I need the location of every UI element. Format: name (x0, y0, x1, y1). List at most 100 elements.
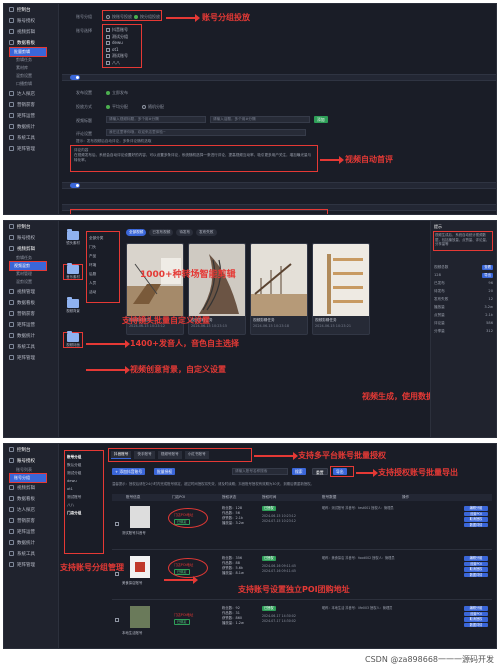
sidebar-item-video-edit[interactable]: 视频剪辑 (4, 26, 58, 37)
sidebar-item-dashboard[interactable]: 控制台 (4, 444, 58, 455)
group-item[interactable]: ot1 (67, 485, 101, 493)
radio-publish-now[interactable]: 立即发布 (106, 90, 128, 96)
tab-xiaohongshu[interactable]: 小红书账号 (184, 451, 209, 459)
sidebar-item-statistics[interactable]: 数据统计 (4, 537, 58, 548)
reset-button[interactable]: 重置 (312, 468, 328, 475)
topic-input[interactable]: 请输入话题，多个用#分隔 (210, 116, 310, 123)
tab-all[interactable]: 全部视频 (126, 229, 147, 236)
view-button[interactable]: 查看 (482, 264, 493, 270)
search-input[interactable]: 请输入账号名称搜索 (232, 468, 288, 475)
sidebar-item-account-auth[interactable]: 账号授权 (4, 455, 58, 466)
sidebar-item-data-board[interactable]: 数据看板 (4, 493, 58, 504)
edit-group-button[interactable]: 编辑分组 (464, 556, 488, 561)
sidebar-item-statistics[interactable]: 数据统计 (4, 330, 58, 341)
filter-item[interactable]: 门头 (89, 243, 103, 252)
filter-item[interactable]: 后厨 (89, 270, 103, 279)
sidebar-item-dashboard[interactable]: 控制台 (4, 4, 58, 15)
sidebar-item-operation[interactable]: 矩阵运营 (4, 110, 58, 121)
poi-address[interactable]: 门店POI地址 (174, 612, 193, 617)
folder-lens[interactable]: 镜头素材 (64, 229, 82, 245)
group-item[interactable]: dewu (67, 477, 101, 485)
tab-shipinhao[interactable]: 视频号账号 (157, 451, 182, 459)
video-card[interactable]: 视频剪辑任务 2024-06-15 10:23:21 (312, 243, 370, 335)
group-item[interactable]: 测试账号 (67, 493, 101, 501)
row-checkbox[interactable] (115, 618, 119, 622)
sidebar-item-tools[interactable]: 系统工具 (4, 132, 58, 143)
set-poi-button[interactable]: 设置POI (464, 611, 488, 616)
sidebar-item-dashboard[interactable]: 控制台 (4, 221, 58, 232)
data-detail-button[interactable]: 数据详情 (464, 572, 488, 577)
section-toggle[interactable] (70, 183, 80, 188)
video-card[interactable]: 视频剪辑任务 2024-06-15 10:23:18 (250, 243, 308, 335)
sidebar-item-marketing[interactable]: 营销获客 (4, 515, 58, 526)
data-detail-button[interactable]: 数据详情 (464, 622, 488, 627)
group-item[interactable]: 默认分组 (67, 461, 101, 469)
sidebar-item-operation[interactable]: 矩阵运营 (4, 319, 58, 330)
sidebar-sub-edit-task[interactable]: 剪辑任务 (4, 56, 58, 64)
sidebar-item-marketing[interactable]: 营销获客 (4, 99, 58, 110)
filter-item[interactable]: 环境 (89, 261, 103, 270)
group-item[interactable]: 测试分组 (67, 469, 101, 477)
batch-auth-button[interactable]: 批量授权 (154, 468, 176, 475)
sidebar-item-tools[interactable]: 系统工具 (4, 341, 58, 352)
tab-published[interactable]: 已发布视频 (149, 229, 174, 236)
sidebar-item-explore[interactable]: 达人探店 (4, 88, 58, 99)
filter-item[interactable]: 人员 (89, 279, 103, 288)
data-detail-button[interactable]: 数据详情 (464, 522, 488, 527)
section-toggle[interactable] (70, 75, 80, 80)
filter-item[interactable]: 活动 (89, 288, 103, 297)
sidebar-sub-account-list[interactable]: 账号列表 (4, 466, 58, 474)
sidebar-item-data-board[interactable]: 数据看板 (4, 37, 58, 48)
edit-group-button[interactable]: 编辑分组 (464, 606, 488, 611)
set-poi-button[interactable]: 设置POI (464, 511, 488, 516)
sidebar-item-marketing[interactable]: 营销获客 (4, 308, 58, 319)
folder-music[interactable]: 音乐素材 (63, 263, 83, 280)
sidebar-item-operation[interactable]: 矩阵运营 (4, 526, 58, 537)
sidebar-sub-voice-edit[interactable]: 口播剪辑 (4, 80, 58, 88)
sidebar-sub-mix-setting[interactable]: 混剪设置 (4, 72, 58, 80)
sidebar-sub-batch-edit[interactable]: 批量剪辑 (9, 47, 47, 57)
sidebar-item-video-edit[interactable]: 视频剪辑 (4, 482, 58, 493)
sidebar-sub-mix-setting[interactable]: 混剪设置 (4, 278, 58, 286)
sidebar-item-account-auth[interactable]: 账号授权 (4, 15, 58, 26)
filter-item[interactable]: 全部分类 (89, 234, 103, 243)
sidebar-item-matrix[interactable]: 矩阵管理 (4, 352, 58, 363)
cancel-auth-button[interactable]: 取消授权 (464, 617, 488, 622)
sidebar-sub-material[interactable]: 素材管理 (4, 270, 58, 278)
row-checkbox[interactable] (115, 522, 119, 526)
tab-kuaishou[interactable]: 快手账号 (134, 451, 155, 459)
filter-item[interactable]: 产品 (89, 252, 103, 261)
title-input[interactable]: 请输入视频标题，多个用#分隔 (106, 116, 206, 123)
sidebar-item-matrix[interactable]: 矩阵管理 (4, 559, 58, 570)
radio-random-split[interactable]: 随机分配 (142, 104, 164, 110)
sidebar-item-explore[interactable]: 达人探店 (4, 504, 58, 515)
sidebar-item-data-board[interactable]: 数据看板 (4, 297, 58, 308)
tab-douyin[interactable]: 抖音账号 (111, 451, 132, 459)
radio-by-group[interactable]: 按分组投放 (134, 14, 160, 20)
export-button[interactable]: 导出 (482, 272, 493, 278)
group-item[interactable]: 八八 (67, 501, 101, 509)
account-option[interactable]: 八八 (106, 60, 128, 67)
sidebar-item-tools[interactable]: 系统工具 (4, 548, 58, 559)
cancel-auth-button[interactable]: 取消授权 (464, 567, 488, 572)
sidebar-sub-account-group[interactable]: 账号分组 (9, 473, 47, 483)
add-account-button[interactable]: + 添加抖音账号 (112, 468, 146, 475)
folder-cover[interactable]: 视频封面 (63, 331, 83, 348)
folder-bg[interactable]: 视频背景 (64, 297, 82, 313)
export-button[interactable]: 导出 (333, 468, 347, 475)
cancel-auth-button[interactable]: 取消授权 (464, 517, 488, 522)
add-button[interactable]: 添加 (314, 116, 328, 123)
sidebar-sub-edit-task[interactable]: 剪辑任务 (4, 254, 58, 262)
sidebar-sub-video-mix[interactable]: 视频混剪 (9, 261, 47, 271)
comment-input[interactable]: 我在这里等你哦，欢迎来店里体验~ (106, 129, 306, 136)
tab-failed[interactable]: 发布失败 (196, 229, 217, 236)
tab-pending[interactable]: 待发布 (176, 229, 194, 236)
sidebar-item-video-manage[interactable]: 视频管理 (4, 286, 58, 297)
search-button[interactable]: 搜索 (292, 468, 306, 475)
sidebar-item-matrix[interactable]: 矩阵管理 (4, 143, 58, 154)
sidebar-item-video-edit[interactable]: 视频剪辑 (4, 243, 58, 254)
set-poi-button[interactable]: 设置POI (464, 561, 488, 566)
radio-by-account[interactable]: 按账号投放 (106, 14, 132, 20)
radio-even-split[interactable]: 平均分配 (106, 104, 128, 110)
sidebar-item-account-auth[interactable]: 账号授权 (4, 232, 58, 243)
